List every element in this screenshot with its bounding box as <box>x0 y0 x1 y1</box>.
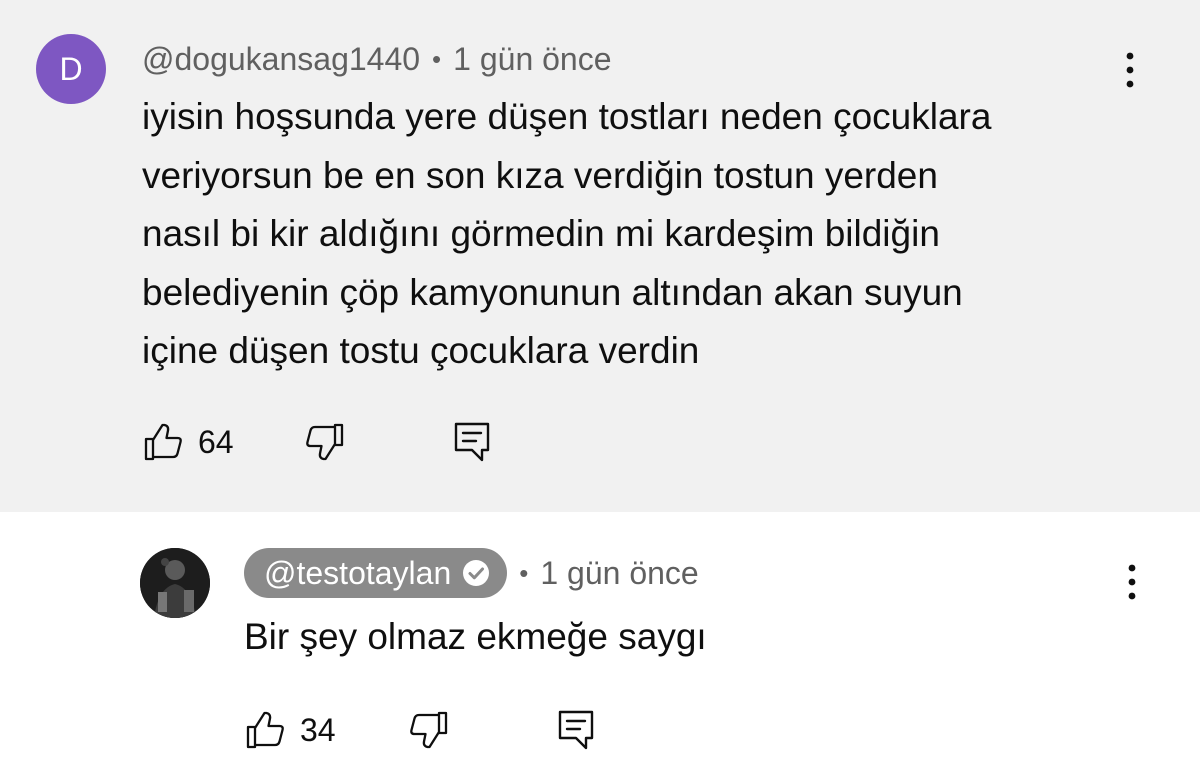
like-button[interactable]: 64 <box>142 420 234 464</box>
avatar[interactable]: D <box>36 34 106 104</box>
like-count: 64 <box>198 423 234 460</box>
more-vert-icon[interactable] <box>1120 562 1144 602</box>
thumb-up-icon <box>144 423 182 461</box>
author-handle: @testotaylan <box>264 554 452 591</box>
reply-thread: @testotaylan • 1 gün önce Bir şey olmaz … <box>0 512 1200 769</box>
like-button[interactable]: 34 <box>244 708 336 752</box>
comment-text: Bir şey olmaz ekmeğe saygı <box>244 608 1144 667</box>
more-vert-icon[interactable] <box>1118 50 1142 90</box>
comment-time: 1 gün önce <box>540 554 699 591</box>
comment-text: iyisin hoşsunda yere düşen tostları nede… <box>142 88 1152 381</box>
reply-icon <box>558 710 594 750</box>
comment-text-line: içine düşen tostu çocuklara verdin <box>142 330 700 371</box>
like-count: 34 <box>300 711 336 748</box>
avatar[interactable] <box>140 548 210 618</box>
thumb-down-icon <box>306 423 344 461</box>
comment-thread: D @dogukansag1440 • 1 gün önce iyisin ho… <box>0 0 1200 512</box>
verified-check-icon <box>463 560 490 586</box>
thumb-down-icon <box>410 711 448 749</box>
comment-text-line: Bir şey olmaz ekmeğe saygı <box>244 616 707 657</box>
reply-icon <box>454 422 490 462</box>
creator-handle-badge[interactable]: @testotaylan <box>244 548 508 598</box>
comment-text-line: belediyenin çöp kamyonunun altından akan… <box>142 271 963 313</box>
meta-separator: • <box>519 557 529 588</box>
comment-text-line: iyisin hoşsunda yere düşen tostları nede… <box>142 96 992 137</box>
comment-meta: @dogukansag1440 • 1 gün önce <box>142 38 612 80</box>
reply-button[interactable] <box>556 708 596 752</box>
dislike-button[interactable] <box>304 420 346 464</box>
comment-time: 1 gün önce <box>453 40 612 77</box>
reply-button[interactable] <box>452 420 492 464</box>
dislike-button[interactable] <box>408 708 450 752</box>
meta-separator: • <box>432 43 442 74</box>
comment-text-line: nasıl bi kir aldığını görmedin mi kardeş… <box>142 213 940 254</box>
avatar-photo-image <box>140 548 210 618</box>
author-handle[interactable]: @dogukansag1440 <box>142 41 420 78</box>
thumb-up-icon <box>246 711 284 749</box>
comment-meta: @testotaylan • 1 gün önce <box>244 548 699 598</box>
comment-text-line: veriyorsun be en son kıza verdiğin tostu… <box>142 154 938 196</box>
